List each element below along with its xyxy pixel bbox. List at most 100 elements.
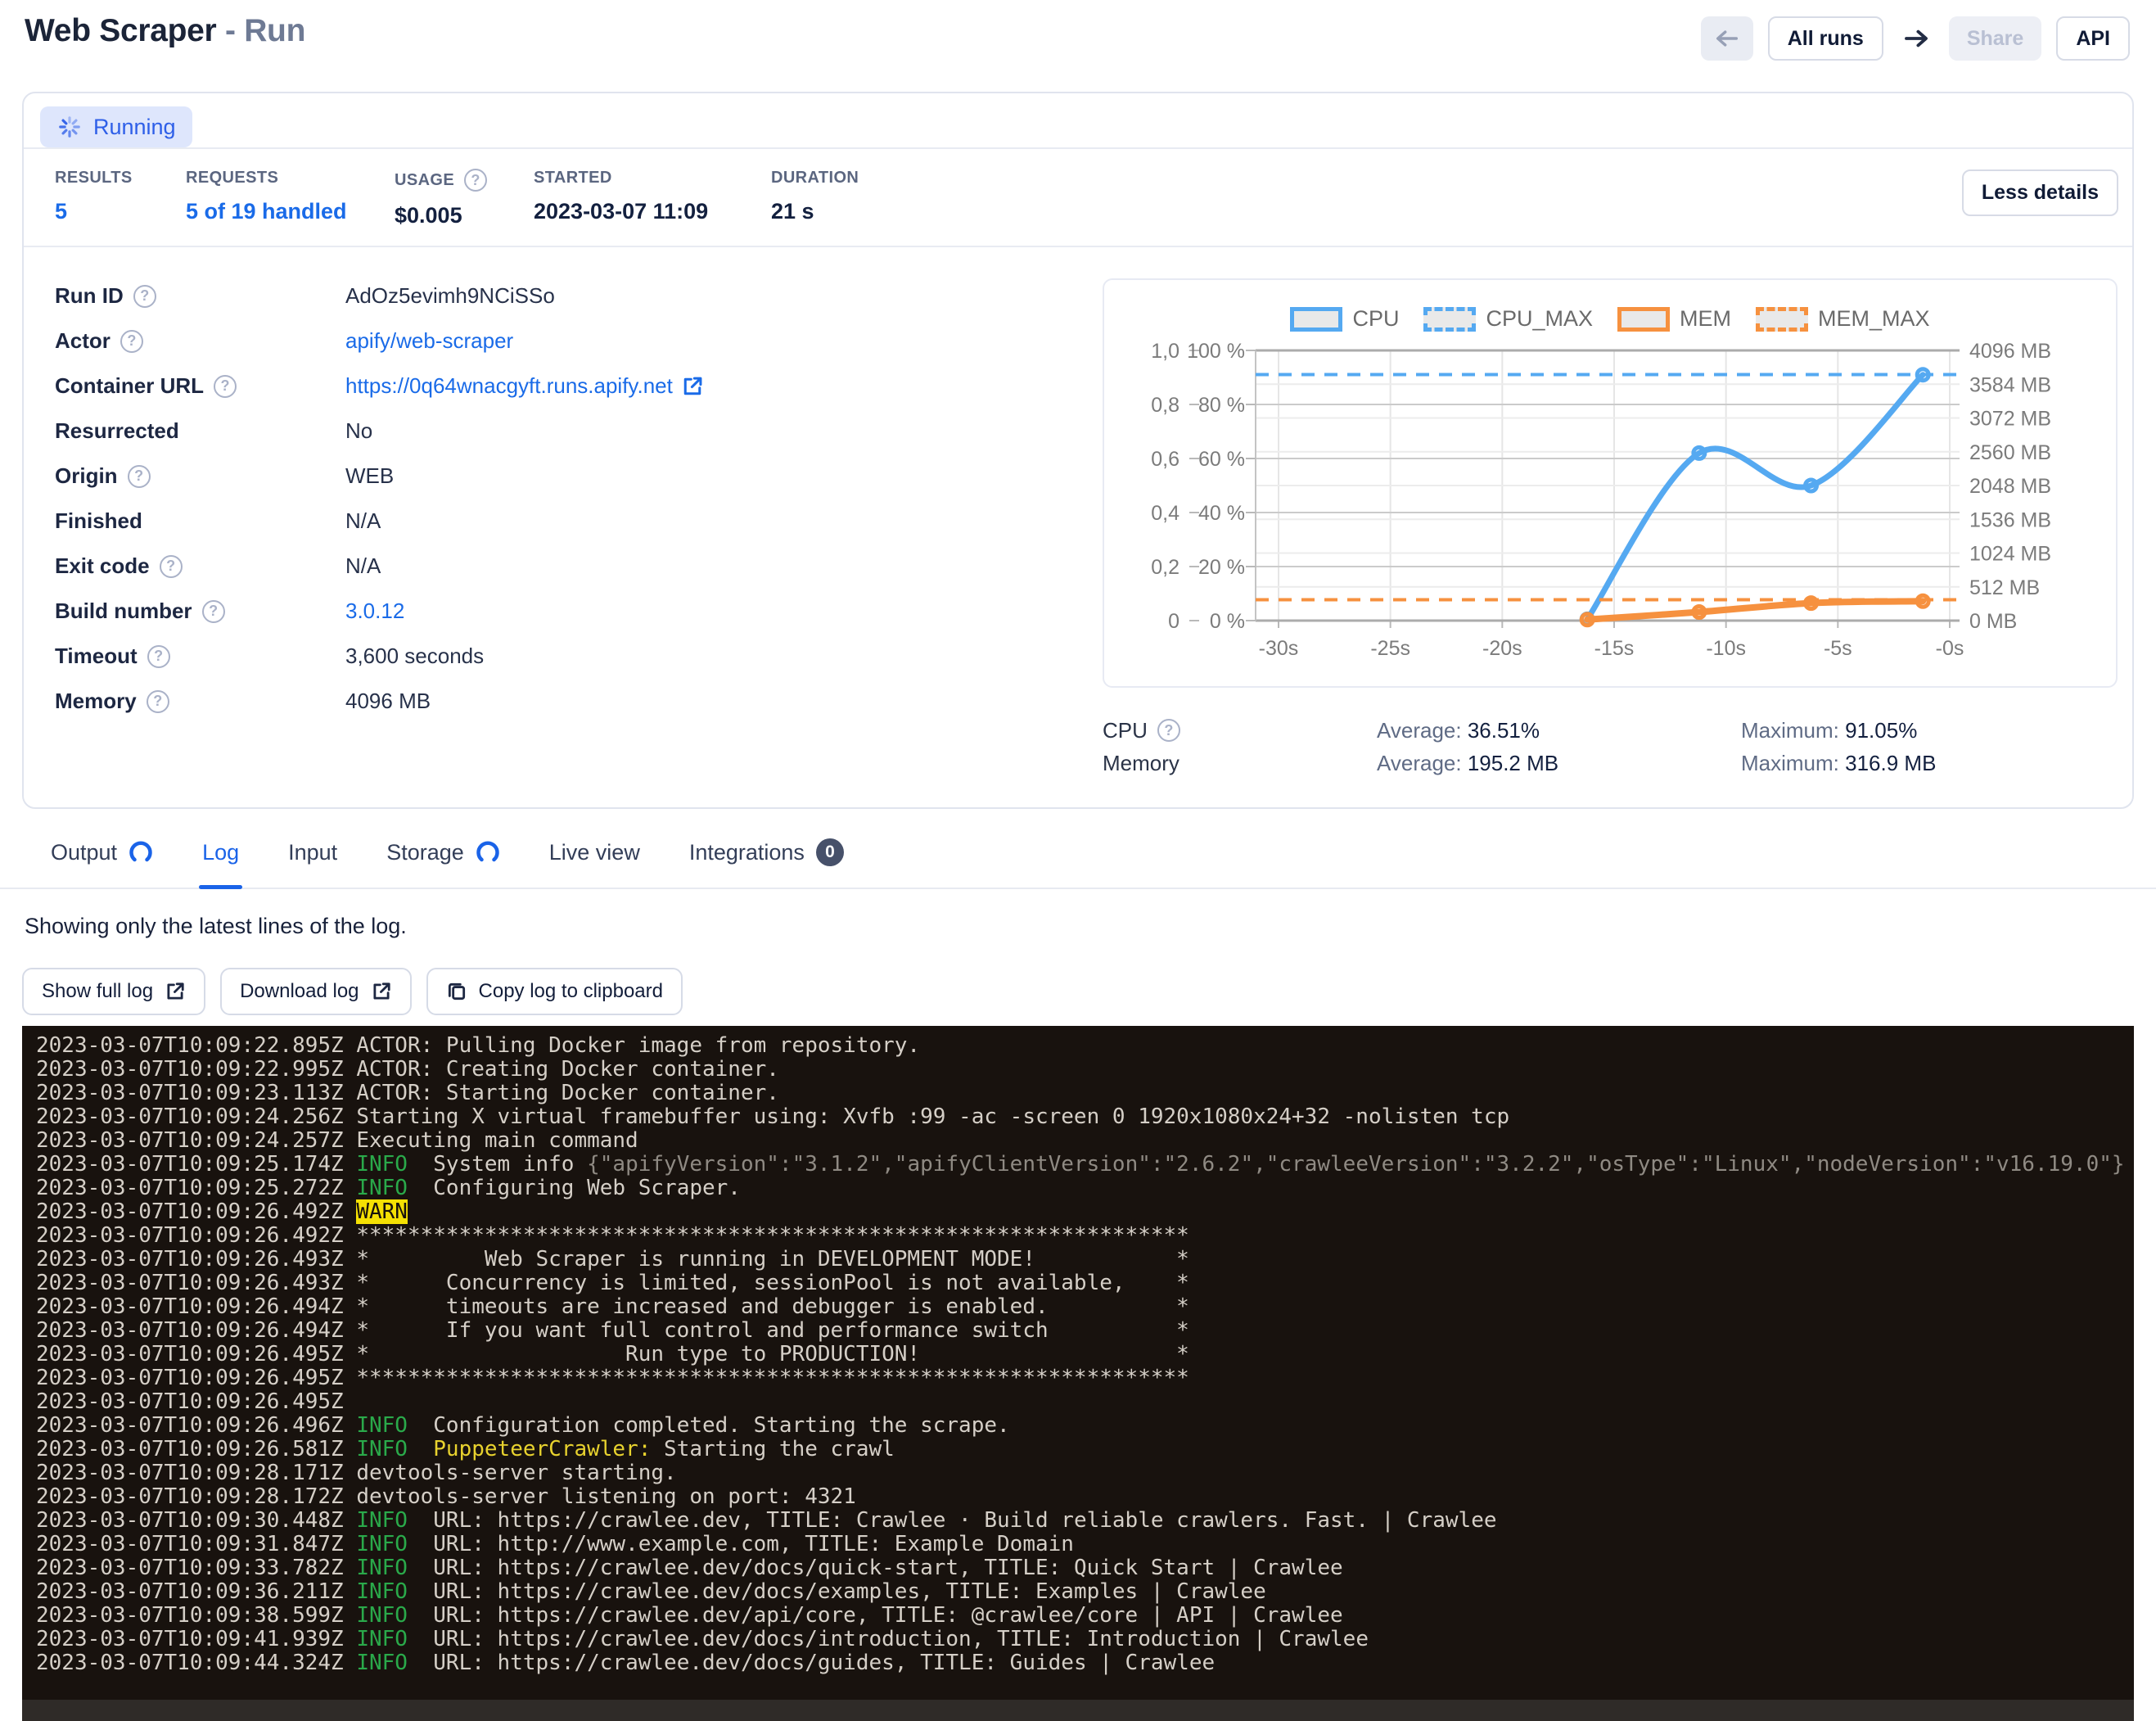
tab-log[interactable]: Log: [201, 827, 241, 888]
log-text: Starting X virtual framebuffer using: Xv…: [344, 1104, 1509, 1129]
stat-label: DURATION: [771, 169, 935, 187]
stat-value[interactable]: 5 of 19 handled: [186, 199, 395, 224]
log-timestamp: 2023-03-07T10:09:26.492Z: [36, 1223, 344, 1248]
log-line: 2023-03-07T10:09:44.324Z INFO URL: https…: [36, 1651, 2134, 1675]
detail-row: FinishedN/A: [55, 499, 1086, 544]
detail-row: Build number?3.0.12: [55, 589, 1086, 634]
help-icon[interactable]: ?: [202, 600, 225, 623]
stat-value[interactable]: 5: [55, 199, 186, 224]
detail-value[interactable]: apify/web-scraper: [345, 328, 1086, 354]
button-label: Copy log to clipboard: [479, 980, 663, 1003]
detail-value[interactable]: https://0q64wnacgyft.runs.apify.net: [345, 373, 1086, 399]
tab-label: Integrations: [689, 840, 805, 865]
legend-label: MEM_MAX: [1818, 306, 1930, 332]
legend-swatch: [1617, 307, 1670, 332]
detail-row: Memory?4096 MB: [55, 679, 1086, 724]
detail-row: Origin?WEB: [55, 454, 1086, 499]
log-timestamp: 2023-03-07T10:09:26.492Z: [36, 1199, 344, 1224]
legend-item-cpu[interactable]: CPU: [1290, 306, 1399, 332]
detail-label: Container URL?: [55, 373, 345, 399]
horizontal-scrollbar[interactable]: [22, 1700, 2134, 1721]
log-text: ****************************************…: [344, 1223, 1189, 1248]
log-timestamp: 2023-03-07T10:09:26.496Z: [36, 1413, 344, 1438]
log-line: 2023-03-07T10:09:38.599Z INFO URL: https…: [36, 1604, 2134, 1628]
svg-text:2048 MB: 2048 MB: [1969, 475, 2051, 498]
run-tabs: Output Log Input Storage Live view Integratio…: [0, 827, 2156, 889]
share-button[interactable]: Share: [1949, 16, 2041, 61]
svg-text:512 MB: 512 MB: [1969, 576, 2040, 599]
detail-value[interactable]: 3.0.12: [345, 599, 1086, 624]
all-runs-button[interactable]: All runs: [1768, 16, 1883, 61]
log-timestamp: 2023-03-07T10:09:30.448Z: [36, 1508, 344, 1533]
log-text: [344, 1627, 357, 1651]
log-line: 2023-03-07T10:09:23.113Z ACTOR: Starting…: [36, 1082, 2134, 1105]
tab-output[interactable]: Output: [49, 827, 155, 888]
detail-value: N/A: [345, 553, 1086, 579]
log-text: URL: http://www.example.com, TITLE: Exam…: [408, 1532, 1074, 1556]
help-icon[interactable]: ?: [147, 645, 170, 668]
chart-legend: CPU CPU_MAX MEM MEM_MAX: [1104, 306, 2116, 332]
log-buttons: Show full log Download log Copy log to cli…: [22, 968, 683, 1015]
help-icon[interactable]: ?: [214, 375, 237, 398]
help-icon[interactable]: ?: [133, 285, 156, 308]
usage-maximum: Maximum: 91.05%: [1741, 718, 2105, 743]
log-text: {"apifyVersion":"3.1.2","apifyClientVers…: [587, 1152, 2124, 1177]
external-link-icon: [165, 981, 186, 1002]
log-line: 2023-03-07T10:09:28.172Z devtools-server…: [36, 1485, 2134, 1509]
log-line: 2023-03-07T10:09:24.256Z Starting X virt…: [36, 1105, 2134, 1129]
detail-label: Timeout?: [55, 644, 345, 669]
log-text: URL: https://crawlee.dev/docs/introducti…: [408, 1627, 1369, 1651]
help-icon[interactable]: ?: [128, 465, 151, 488]
help-icon[interactable]: ?: [147, 690, 169, 713]
log-text: ACTOR: Starting Docker container.: [344, 1081, 779, 1105]
legend-item-mem[interactable]: MEM: [1617, 306, 1731, 332]
status-label: Running: [93, 115, 176, 140]
arrow-left-icon: [1713, 25, 1741, 52]
svg-text:1024 MB: 1024 MB: [1969, 543, 2051, 566]
legend-label: CPU_MAX: [1486, 306, 1593, 332]
log-timestamp: 2023-03-07T10:09:28.172Z: [36, 1484, 344, 1509]
log-timestamp: 2023-03-07T10:09:33.782Z: [36, 1556, 344, 1580]
log-timestamp: 2023-03-07T10:09:44.324Z: [36, 1651, 344, 1675]
average-label: Average:: [1377, 718, 1462, 743]
legend-item-mem_max[interactable]: MEM_MAX: [1756, 306, 1930, 332]
log-line: 2023-03-07T10:09:26.492Z ***************…: [36, 1224, 2134, 1248]
tab-input[interactable]: Input: [286, 827, 339, 888]
detail-value: AdOz5evimh9NCiSSo: [345, 283, 1086, 309]
legend-item-cpu_max[interactable]: CPU_MAX: [1423, 306, 1593, 332]
log-timestamp: 2023-03-07T10:09:26.493Z: [36, 1247, 344, 1272]
previous-run-button[interactable]: [1701, 16, 1753, 61]
log-text: URL: https://crawlee.dev/api/core, TITLE…: [408, 1603, 1343, 1628]
log-level-info: INFO: [356, 1413, 408, 1438]
copy-log-to-clipboard-button[interactable]: Copy log to clipboard: [426, 968, 683, 1015]
next-run-button[interactable]: [1898, 16, 1934, 61]
log-text: [344, 1532, 357, 1556]
log-note: Showing only the latest lines of the log…: [25, 914, 407, 939]
header-actions: All runs Share API: [1701, 16, 2130, 61]
help-icon[interactable]: ?: [120, 330, 143, 353]
download-log-button[interactable]: Download log: [220, 968, 411, 1015]
tab-live-view[interactable]: Live view: [548, 827, 642, 888]
log-terminal[interactable]: 2023-03-07T10:09:22.895Z ACTOR: Pulling …: [22, 1026, 2134, 1721]
help-icon[interactable]: ?: [1157, 719, 1180, 742]
usage-average: Average: 36.51%: [1377, 718, 1741, 743]
log-text: ACTOR: Creating Docker container.: [344, 1057, 779, 1082]
tab-integrations[interactable]: Integrations0: [688, 827, 846, 888]
detail-label: Memory?: [55, 689, 345, 714]
log-text: [344, 1579, 357, 1604]
less-details-button[interactable]: Less details: [1962, 169, 2118, 216]
spinner-icon: [56, 114, 83, 140]
usage-average: Average: 195.2 MB: [1377, 751, 1741, 776]
tab-storage[interactable]: Storage: [385, 827, 502, 888]
show-full-log-button[interactable]: Show full log: [22, 968, 205, 1015]
detail-row: Timeout?3,600 seconds: [55, 634, 1086, 679]
stat-duration: DURATION 21 s: [771, 162, 935, 244]
log-text: [344, 1413, 357, 1438]
help-icon[interactable]: ?: [160, 555, 183, 578]
log-text: System info: [408, 1152, 587, 1177]
stat-value: 21 s: [771, 199, 935, 224]
help-icon[interactable]: ?: [464, 169, 487, 192]
api-button[interactable]: API: [2056, 16, 2130, 61]
button-label: Download log: [240, 980, 359, 1003]
detail-label: Origin?: [55, 463, 345, 489]
